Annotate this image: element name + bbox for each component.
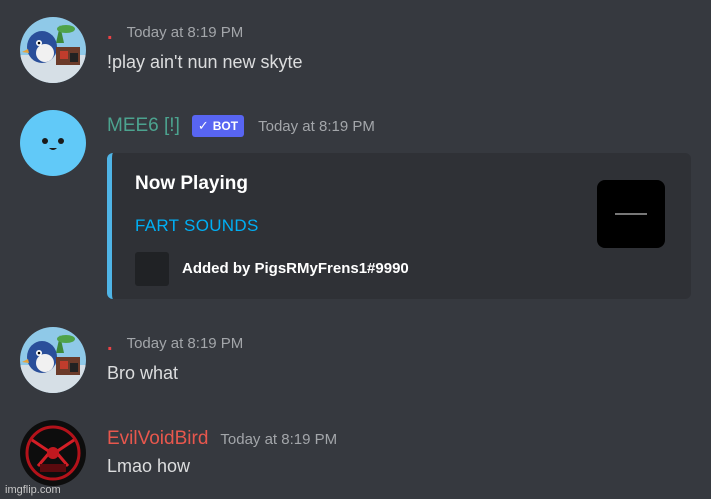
mee6-avatar[interactable] bbox=[20, 110, 86, 176]
timestamp[interactable]: Today at 8:19 PM bbox=[258, 118, 375, 135]
username[interactable]: EvilVoidBird bbox=[107, 428, 208, 450]
penguin-avatar[interactable] bbox=[20, 327, 86, 393]
username[interactable]: MEE6 [!] bbox=[107, 115, 180, 137]
message-text: Bro what bbox=[107, 363, 179, 383]
bot-badge: ✓ BOT bbox=[191, 115, 245, 137]
chat-log: . Today at 8:19 PM !play ain't nun new s… bbox=[0, 0, 711, 499]
message-text: Lmao how bbox=[107, 456, 191, 476]
timestamp[interactable]: Today at 8:19 PM bbox=[127, 24, 244, 41]
imgflip-watermark: imgflip.com bbox=[5, 484, 61, 496]
embed-title: Now Playing bbox=[135, 173, 248, 194]
now-playing-embed: Now Playing FART SOUNDS Added by PigsRMy… bbox=[107, 153, 691, 299]
bot-badge-label: BOT bbox=[212, 119, 239, 133]
message-text: !play ain't nun new skyte bbox=[107, 52, 303, 72]
penguin-avatar[interactable] bbox=[20, 17, 86, 83]
username-dot[interactable]: . bbox=[107, 23, 113, 43]
checkmark-icon: ✓ bbox=[197, 118, 209, 133]
timestamp[interactable]: Today at 8:19 PM bbox=[220, 431, 337, 448]
track-thumbnail[interactable] bbox=[597, 180, 665, 248]
embed-footer: Added by PigsRMyFrens1#9990 bbox=[182, 260, 409, 277]
requester-avatar-icon bbox=[135, 252, 169, 286]
evil-bird-avatar[interactable] bbox=[20, 420, 86, 486]
track-link[interactable]: FART SOUNDS bbox=[135, 216, 259, 236]
timestamp[interactable]: Today at 8:19 PM bbox=[127, 335, 244, 352]
username-dot[interactable]: . bbox=[107, 334, 113, 354]
